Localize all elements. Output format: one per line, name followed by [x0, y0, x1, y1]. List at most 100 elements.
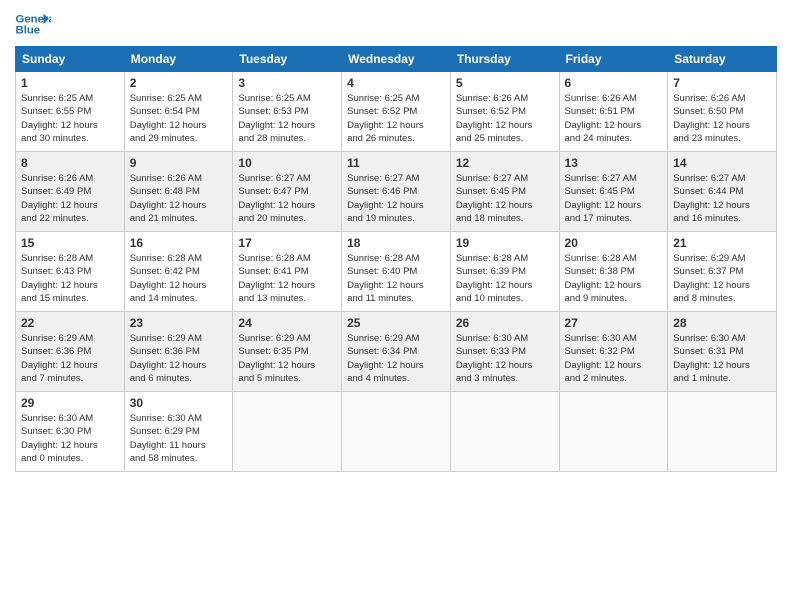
weekday-header-saturday: Saturday — [668, 47, 777, 72]
weekday-header-thursday: Thursday — [450, 47, 559, 72]
table-row — [342, 392, 451, 472]
table-row: 1Sunrise: 6:25 AM Sunset: 6:55 PM Daylig… — [16, 72, 125, 152]
day-number: 15 — [21, 236, 119, 250]
day-number: 20 — [565, 236, 663, 250]
day-number: 6 — [565, 76, 663, 90]
table-row: 20 Sunrise: 6:28 AM Sunset: 6:38 PM Dayli… — [559, 232, 668, 312]
day-number: 23 — [130, 316, 228, 330]
table-row: 7 Sunrise: 6:26 AM Sunset: 6:50 PM Daylig… — [668, 72, 777, 152]
day-info: Sunrise: 6:25 AM Sunset: 6:54 PM Dayligh… — [130, 92, 228, 145]
day-info: Sunrise: 6:30 AM Sunset: 6:30 PM Dayligh… — [21, 412, 119, 465]
day-number: 9 — [130, 156, 228, 170]
weekday-header-tuesday: Tuesday — [233, 47, 342, 72]
table-row: 30 Sunrise: 6:30 AM Sunset: 6:29 PM Dayli… — [124, 392, 233, 472]
table-row: 22Sunrise: 6:29 AM Sunset: 6:36 PM Dayli… — [16, 312, 125, 392]
table-row: 24 Sunrise: 6:29 AM Sunset: 6:35 PM Dayli… — [233, 312, 342, 392]
day-info: Sunrise: 6:27 AM Sunset: 6:45 PM Dayligh… — [456, 172, 554, 225]
day-number: 18 — [347, 236, 445, 250]
day-info: Sunrise: 6:27 AM Sunset: 6:45 PM Dayligh… — [565, 172, 663, 225]
day-info: Sunrise: 6:28 AM Sunset: 6:42 PM Dayligh… — [130, 252, 228, 305]
day-number: 13 — [565, 156, 663, 170]
table-row: 2 Sunrise: 6:25 AM Sunset: 6:54 PM Daylig… — [124, 72, 233, 152]
table-row: 6 Sunrise: 6:26 AM Sunset: 6:51 PM Daylig… — [559, 72, 668, 152]
day-number: 12 — [456, 156, 554, 170]
day-number: 30 — [130, 396, 228, 410]
table-row: 5 Sunrise: 6:26 AM Sunset: 6:52 PM Daylig… — [450, 72, 559, 152]
table-row: 8 Sunrise: 6:26 AM Sunset: 6:49 PM Daylig… — [16, 152, 125, 232]
day-info: Sunrise: 6:30 AM Sunset: 6:31 PM Dayligh… — [673, 332, 771, 385]
table-row: 23 Sunrise: 6:29 AM Sunset: 6:36 PM Dayli… — [124, 312, 233, 392]
table-row: 21 Sunrise: 6:29 AM Sunset: 6:37 PM Dayli… — [668, 232, 777, 312]
page-header: General Blue — [15, 10, 777, 38]
day-info: Sunrise: 6:30 AM Sunset: 6:33 PM Dayligh… — [456, 332, 554, 385]
day-number: 29 — [21, 396, 119, 410]
day-number: 25 — [347, 316, 445, 330]
day-number: 27 — [565, 316, 663, 330]
day-info: Sunrise: 6:26 AM Sunset: 6:49 PM Dayligh… — [21, 172, 119, 225]
day-number: 4 — [347, 76, 445, 90]
calendar-table: SundayMondayTuesdayWednesdayThursdayFrid… — [15, 46, 777, 472]
table-row: 29 Sunrise: 6:30 AM Sunset: 6:30 PM Dayli… — [16, 392, 125, 472]
table-row: 17 Sunrise: 6:28 AM Sunset: 6:41 PM Dayli… — [233, 232, 342, 312]
table-row: 26 Sunrise: 6:30 AM Sunset: 6:33 PM Dayli… — [450, 312, 559, 392]
weekday-header-friday: Friday — [559, 47, 668, 72]
table-row: 9 Sunrise: 6:26 AM Sunset: 6:48 PM Daylig… — [124, 152, 233, 232]
day-number: 5 — [456, 76, 554, 90]
table-row: 18 Sunrise: 6:28 AM Sunset: 6:40 PM Dayli… — [342, 232, 451, 312]
day-info: Sunrise: 6:26 AM Sunset: 6:50 PM Dayligh… — [673, 92, 771, 145]
day-number: 8 — [21, 156, 119, 170]
day-info: Sunrise: 6:30 AM Sunset: 6:29 PM Dayligh… — [130, 412, 228, 465]
table-row: 12 Sunrise: 6:27 AM Sunset: 6:45 PM Dayli… — [450, 152, 559, 232]
table-row: 13 Sunrise: 6:27 AM Sunset: 6:45 PM Dayli… — [559, 152, 668, 232]
day-info: Sunrise: 6:29 AM Sunset: 6:37 PM Dayligh… — [673, 252, 771, 305]
day-number: 28 — [673, 316, 771, 330]
day-number: 17 — [238, 236, 336, 250]
day-number: 7 — [673, 76, 771, 90]
table-row: 4 Sunrise: 6:25 AM Sunset: 6:52 PM Daylig… — [342, 72, 451, 152]
weekday-header-wednesday: Wednesday — [342, 47, 451, 72]
table-row: 16 Sunrise: 6:28 AM Sunset: 6:42 PM Dayli… — [124, 232, 233, 312]
day-info: Sunrise: 6:26 AM Sunset: 6:51 PM Dayligh… — [565, 92, 663, 145]
day-number: 16 — [130, 236, 228, 250]
logo-icon: General Blue — [15, 10, 51, 38]
table-row — [668, 392, 777, 472]
day-number: 2 — [130, 76, 228, 90]
day-info: Sunrise: 6:29 AM Sunset: 6:36 PM Dayligh… — [21, 332, 119, 385]
day-info: Sunrise: 6:27 AM Sunset: 6:46 PM Dayligh… — [347, 172, 445, 225]
day-info: Sunrise: 6:28 AM Sunset: 6:39 PM Dayligh… — [456, 252, 554, 305]
day-number: 26 — [456, 316, 554, 330]
day-number: 10 — [238, 156, 336, 170]
table-row — [559, 392, 668, 472]
svg-text:Blue: Blue — [16, 25, 41, 37]
table-row — [233, 392, 342, 472]
day-info: Sunrise: 6:28 AM Sunset: 6:43 PM Dayligh… — [21, 252, 119, 305]
day-number: 1 — [21, 76, 119, 90]
day-info: Sunrise: 6:29 AM Sunset: 6:36 PM Dayligh… — [130, 332, 228, 385]
weekday-header-monday: Monday — [124, 47, 233, 72]
weekday-header-sunday: Sunday — [16, 47, 125, 72]
calendar-header: SundayMondayTuesdayWednesdayThursdayFrid… — [16, 47, 777, 72]
day-info: Sunrise: 6:27 AM Sunset: 6:44 PM Dayligh… — [673, 172, 771, 225]
day-info: Sunrise: 6:29 AM Sunset: 6:34 PM Dayligh… — [347, 332, 445, 385]
day-info: Sunrise: 6:29 AM Sunset: 6:35 PM Dayligh… — [238, 332, 336, 385]
day-info: Sunrise: 6:30 AM Sunset: 6:32 PM Dayligh… — [565, 332, 663, 385]
day-info: Sunrise: 6:28 AM Sunset: 6:41 PM Dayligh… — [238, 252, 336, 305]
table-row: 10Sunrise: 6:27 AM Sunset: 6:47 PM Dayli… — [233, 152, 342, 232]
table-row: 27 Sunrise: 6:30 AM Sunset: 6:32 PM Dayli… — [559, 312, 668, 392]
day-info: Sunrise: 6:28 AM Sunset: 6:40 PM Dayligh… — [347, 252, 445, 305]
table-row: 14Sunrise: 6:27 AM Sunset: 6:44 PM Dayli… — [668, 152, 777, 232]
day-info: Sunrise: 6:26 AM Sunset: 6:52 PM Dayligh… — [456, 92, 554, 145]
day-number: 3 — [238, 76, 336, 90]
table-row: 3Sunrise: 6:25 AM Sunset: 6:53 PM Daylig… — [233, 72, 342, 152]
table-row: 11 Sunrise: 6:27 AM Sunset: 6:46 PM Dayli… — [342, 152, 451, 232]
logo: General Blue — [15, 10, 51, 38]
day-number: 11 — [347, 156, 445, 170]
table-row: 28 Sunrise: 6:30 AM Sunset: 6:31 PM Dayli… — [668, 312, 777, 392]
day-number: 19 — [456, 236, 554, 250]
day-info: Sunrise: 6:25 AM Sunset: 6:52 PM Dayligh… — [347, 92, 445, 145]
table-row: 25 Sunrise: 6:29 AM Sunset: 6:34 PM Dayli… — [342, 312, 451, 392]
day-info: Sunrise: 6:28 AM Sunset: 6:38 PM Dayligh… — [565, 252, 663, 305]
day-info: Sunrise: 6:26 AM Sunset: 6:48 PM Dayligh… — [130, 172, 228, 225]
day-number: 21 — [673, 236, 771, 250]
day-number: 24 — [238, 316, 336, 330]
